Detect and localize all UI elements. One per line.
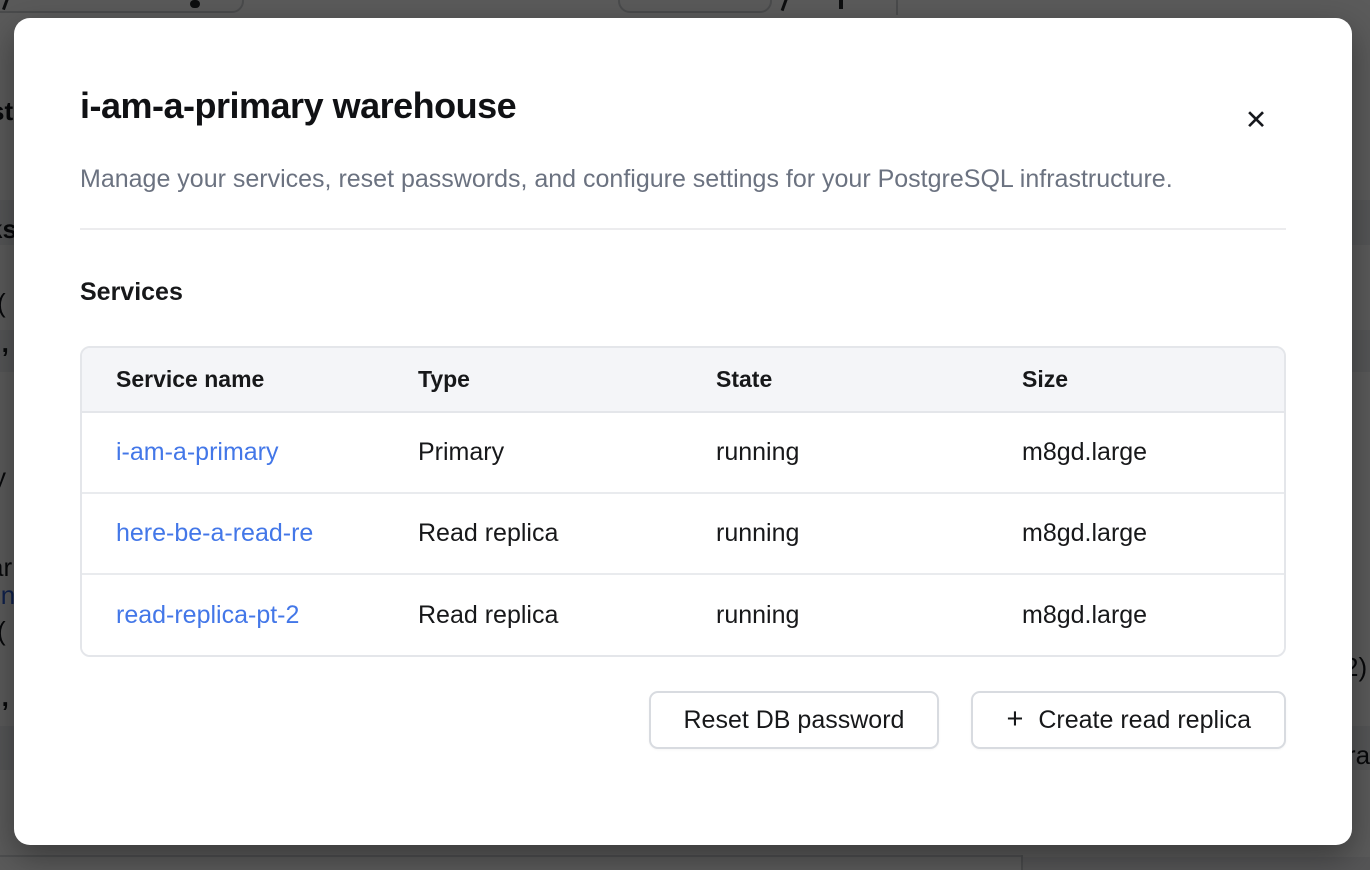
column-header-type: Type [384, 348, 682, 412]
dialog-title: i-am-a-primary warehouse [80, 84, 1286, 128]
screen: stks(M,yarin(M,2)ra i-am-a-primary wareh… [0, 0, 1370, 870]
service-name-link[interactable]: i-am-a-primary [116, 438, 279, 466]
service-size-cell: m8gd.large [988, 574, 1284, 655]
service-row: i-am-a-primary Primaryrunningm8gd.large [82, 412, 1284, 493]
warehouse-dialog: i-am-a-primary warehouse ✕ Manage your s… [14, 18, 1352, 845]
reset-db-password-label: Reset DB password [684, 706, 905, 735]
dialog-description: Manage your services, reset passwords, a… [80, 158, 1220, 201]
service-name-cell: i-am-a-primary [82, 412, 384, 493]
service-type-cell: Primary [384, 412, 682, 493]
services-table: Service nameTypeStateSize i-am-a-primary… [80, 346, 1286, 657]
service-state-cell: running [682, 412, 988, 493]
services-table-header-row: Service nameTypeStateSize [82, 348, 1284, 412]
create-read-replica-label: Create read replica [1038, 706, 1251, 735]
services-table-body: i-am-a-primaryPrimaryrunningm8gd.largehe… [82, 412, 1284, 655]
service-name-cell: read-replica-pt-2 [82, 574, 384, 655]
service-state-cell: running [682, 574, 988, 655]
close-icon: ✕ [1245, 107, 1268, 134]
plus-icon: + [1006, 705, 1023, 734]
service-type-cell: Read replica [384, 574, 682, 655]
service-state-cell: running [682, 493, 988, 574]
reset-db-password-button[interactable]: Reset DB password [649, 691, 940, 749]
service-row: here-be-a-read-re Read replicarunningm8gd… [82, 493, 1284, 574]
service-name-link[interactable]: read-replica-pt-2 [116, 601, 299, 629]
service-row: read-replica-pt-2 Read replicarunningm8gd… [82, 574, 1284, 655]
column-header-size: Size [988, 348, 1284, 412]
dialog-actions: Reset DB password + Create read replica [80, 691, 1286, 749]
column-header-service-name: Service name [82, 348, 384, 412]
service-type-cell: Read replica [384, 493, 682, 574]
service-name-link[interactable]: here-be-a-read-re [116, 519, 313, 548]
service-name-cell: here-be-a-read-re [82, 493, 384, 574]
service-size-cell: m8gd.large [988, 493, 1284, 574]
close-button[interactable]: ✕ [1234, 98, 1278, 142]
divider [80, 228, 1286, 230]
service-size-cell: m8gd.large [988, 412, 1284, 493]
column-header-state: State [682, 348, 988, 412]
services-heading: Services [80, 278, 1286, 306]
create-read-replica-button[interactable]: + Create read replica [971, 691, 1286, 749]
